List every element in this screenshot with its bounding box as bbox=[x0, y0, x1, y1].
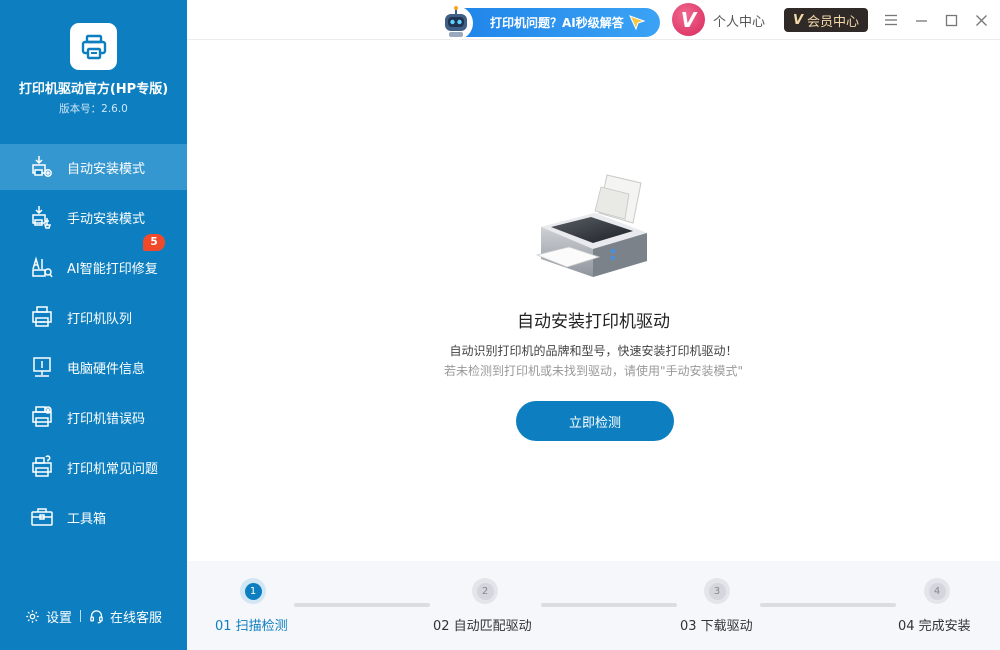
ai-banner-text: 打印机问题？AI秒级解答 bbox=[490, 16, 624, 30]
sidebar-item-manual-install[interactable]: 手动安装模式 bbox=[0, 194, 187, 240]
step-number: 4 bbox=[928, 582, 946, 600]
sidebar-item-toolbox[interactable]: 工具箱 bbox=[0, 494, 187, 540]
detect-now-button[interactable]: 立即检测 bbox=[516, 401, 674, 441]
notification-badge: 5 bbox=[143, 234, 165, 251]
sidebar-item-label: 手动安装模式 bbox=[67, 211, 146, 227]
step-number: 2 bbox=[476, 582, 494, 600]
hamburger-menu-icon bbox=[885, 14, 897, 26]
step-indicator: 1 bbox=[240, 578, 266, 604]
maximize-button[interactable] bbox=[943, 12, 959, 28]
sidebar-item-label: 自动安装模式 bbox=[67, 161, 146, 177]
sidebar: 打印机驱动官方(HP专版) 版本号：2.6.0 自动安装模式 手动安装模式 5 … bbox=[0, 0, 187, 650]
vip-icon: V bbox=[792, 12, 804, 28]
footer-divider bbox=[80, 610, 81, 622]
step-indicator: 3 bbox=[704, 578, 730, 604]
description-secondary: 若未检测到打印机或未找到驱动，请使用"手动安装模式" bbox=[443, 364, 744, 378]
printer-queue-icon bbox=[30, 305, 54, 329]
sidebar-item-printer-faq[interactable]: 打印机常见问题 bbox=[0, 444, 187, 490]
printer-error-icon bbox=[30, 405, 54, 429]
vip-label: 会员中心 bbox=[807, 14, 860, 30]
printer-faq-icon bbox=[30, 455, 54, 479]
step-indicator: 2 bbox=[472, 578, 498, 604]
title-bar: 打印机问题？AI秒级解答 V 个人中心 V 会员中心 bbox=[187, 0, 1000, 40]
step-connector bbox=[541, 603, 677, 607]
sidebar-item-printer-error[interactable]: 打印机错误码 bbox=[0, 394, 187, 440]
pointer-icon bbox=[629, 15, 646, 31]
main-content: 自动安装打印机驱动 自动识别打印机的品牌和型号，快速安装打印机驱动！ 若未检测到… bbox=[187, 41, 1000, 561]
sidebar-item-label: 工具箱 bbox=[67, 511, 107, 527]
step-label: 03 下载驱动 bbox=[680, 619, 753, 634]
sidebar-item-label: 打印机常见问题 bbox=[67, 461, 159, 477]
step-connector bbox=[294, 603, 430, 607]
online-support-button[interactable]: 在线客服 bbox=[89, 607, 162, 626]
support-label: 在线客服 bbox=[110, 610, 163, 626]
step-indicator: 4 bbox=[924, 578, 950, 604]
sidebar-item-ai-repair[interactable]: 5 AI智能打印修复 bbox=[0, 234, 187, 290]
sidebar-item-auto-install[interactable]: 自动安装模式 bbox=[0, 144, 187, 190]
minimize-button[interactable] bbox=[913, 12, 929, 28]
avatar[interactable]: V bbox=[672, 3, 705, 36]
minimize-icon bbox=[915, 19, 927, 22]
progress-steps: 1 2 3 4 01 扫描检测 02 自动匹配驱动 03 下载驱动 04 完成安… bbox=[187, 561, 1000, 650]
step-label: 02 自动匹配驱动 bbox=[433, 619, 532, 634]
app-version: 版本号：2.6.0 bbox=[0, 101, 187, 116]
sidebar-item-printer-queue[interactable]: 打印机队列 bbox=[0, 294, 187, 340]
step-number: 1 bbox=[244, 582, 262, 600]
sidebar-footer: 设置 在线客服 bbox=[0, 606, 187, 626]
ai-repair-icon bbox=[30, 255, 54, 279]
manual-install-icon bbox=[30, 205, 54, 229]
settings-button[interactable]: 设置 bbox=[25, 607, 72, 626]
close-button[interactable] bbox=[973, 12, 989, 28]
page-title: 自动安装打印机驱动 bbox=[517, 312, 670, 332]
version-value: 2.6.0 bbox=[101, 103, 128, 115]
version-label: 版本号： bbox=[59, 103, 102, 115]
settings-label: 设置 bbox=[45, 610, 72, 626]
sidebar-nav: 自动安装模式 手动安装模式 5 AI智能打印修复 打印机队列 电脑硬件信息 打印… bbox=[0, 144, 187, 544]
app-title: 打印机驱动官方(HP专版) bbox=[18, 82, 169, 97]
printer-illustration bbox=[535, 174, 647, 277]
sidebar-item-hardware-info[interactable]: 电脑硬件信息 bbox=[0, 344, 187, 390]
maximize-icon bbox=[945, 14, 957, 26]
step-connector bbox=[760, 603, 896, 607]
ai-assistant-banner[interactable]: 打印机问题？AI秒级解答 bbox=[439, 6, 660, 40]
toolbox-icon bbox=[30, 505, 54, 529]
robot-icon bbox=[439, 6, 473, 40]
menu-button[interactable] bbox=[883, 12, 899, 28]
auto-install-icon bbox=[30, 155, 54, 179]
step-number: 3 bbox=[708, 582, 726, 600]
sidebar-item-label: 电脑硬件信息 bbox=[67, 361, 146, 377]
close-icon bbox=[975, 14, 987, 26]
hardware-info-icon bbox=[30, 355, 54, 379]
app-logo bbox=[70, 23, 117, 70]
printer-logo-icon bbox=[81, 34, 106, 59]
headset-icon bbox=[90, 609, 103, 623]
sidebar-item-label: 打印机队列 bbox=[67, 311, 133, 327]
description-primary: 自动识别打印机的品牌和型号，快速安装打印机驱动！ bbox=[449, 344, 738, 358]
user-center-link[interactable]: 个人中心 bbox=[713, 11, 765, 30]
sidebar-item-label: AI智能打印修复 bbox=[67, 261, 158, 277]
sidebar-item-label: 打印机错误码 bbox=[67, 411, 146, 427]
gear-icon bbox=[26, 609, 39, 623]
step-label: 01 扫描检测 bbox=[215, 619, 288, 634]
step-label: 04 完成安装 bbox=[898, 619, 971, 634]
vip-center-button[interactable]: V 会员中心 bbox=[784, 8, 868, 32]
